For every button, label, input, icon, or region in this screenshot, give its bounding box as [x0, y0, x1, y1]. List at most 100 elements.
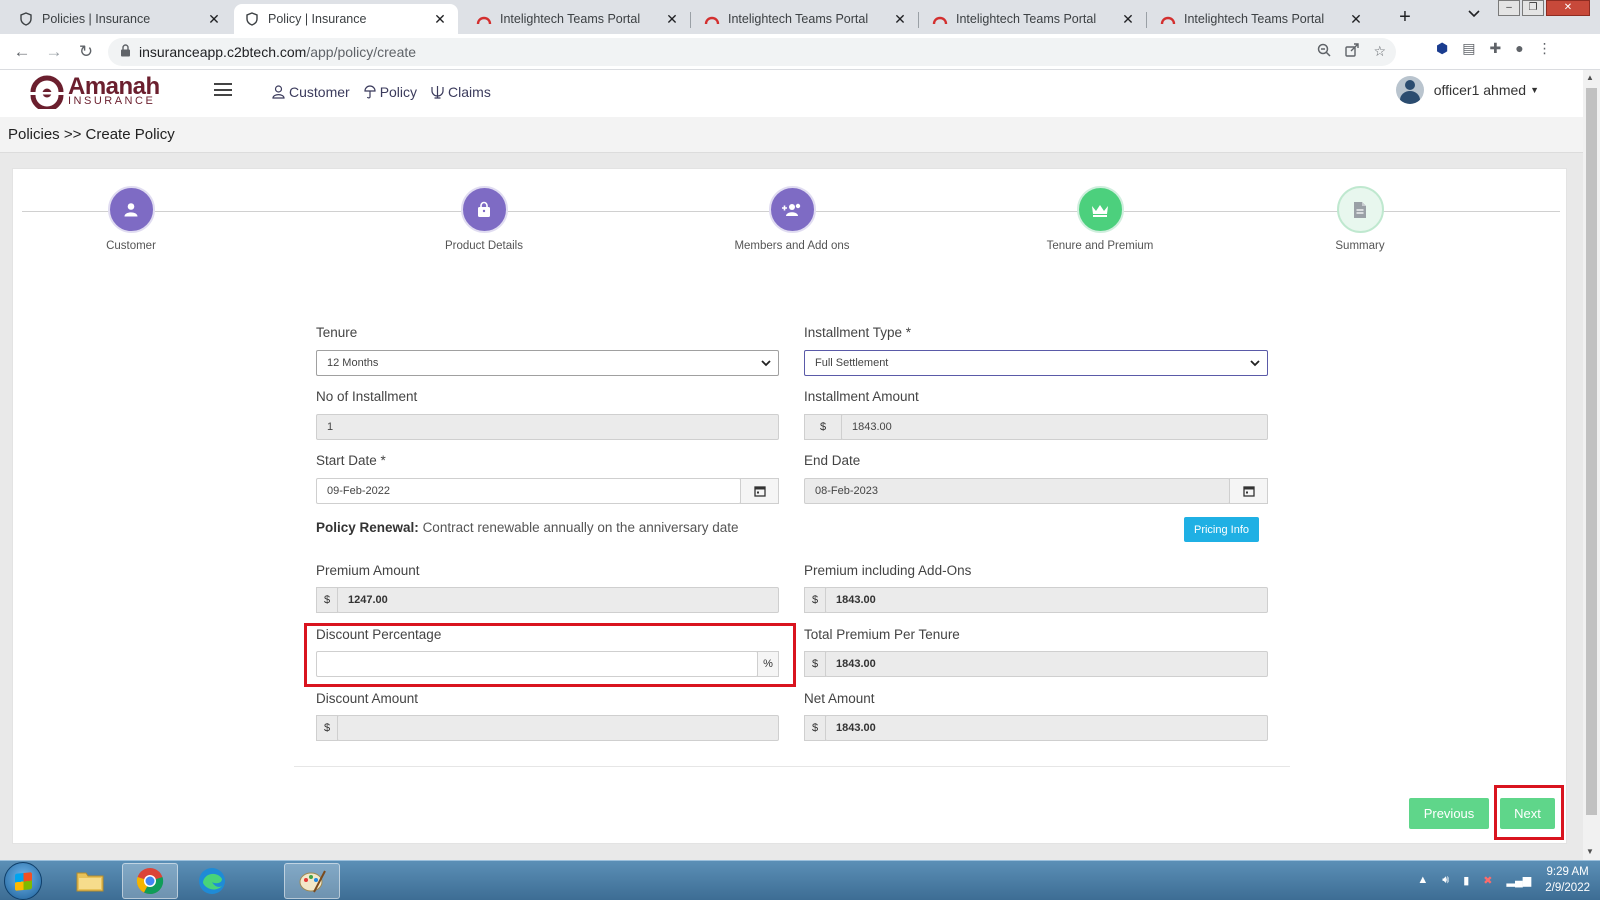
breadcrumb: Policies >> Create Policy: [8, 126, 175, 143]
tab-title: Intelightech Teams Portal: [1184, 12, 1325, 26]
start-date-field[interactable]: 09-Feb-2022: [316, 478, 741, 504]
step-customer[interactable]: Customer: [51, 186, 211, 252]
tab-title: Intelightech Teams Portal: [956, 12, 1097, 26]
currency-addon: $: [316, 715, 338, 741]
amanah-logo[interactable]: Amanah INSURANCE: [30, 73, 170, 111]
extension-shield-icon[interactable]: ⬢: [1436, 40, 1448, 57]
user-menu[interactable]: officer1 ahmed ▼: [1395, 76, 1539, 104]
minimize-icon[interactable]: –: [1498, 0, 1520, 16]
start-date-value: 09-Feb-2022: [327, 485, 390, 497]
clock-date: 2/9/2022: [1545, 882, 1590, 894]
teams-portal-icon: [704, 11, 720, 27]
browser-tab[interactable]: Intelightech Teams Portal ✕: [1150, 4, 1374, 34]
zoom-icon[interactable]: [1317, 43, 1331, 60]
installment-type-select[interactable]: Full Settlement: [804, 350, 1268, 376]
tray-expand-icon[interactable]: ▲: [1417, 874, 1428, 886]
hamburger-menu-icon[interactable]: [214, 83, 232, 97]
page-scrollbar[interactable]: ▲ ▼: [1583, 70, 1600, 860]
installment-amount-field[interactable]: 1843.00: [841, 414, 1268, 440]
step-tenure-premium[interactable]: Tenure and Premium: [1020, 186, 1180, 252]
scroll-up-arrow-icon[interactable]: ▲: [1586, 73, 1594, 82]
discount-percentage-highlight: [304, 623, 796, 687]
start-button[interactable]: [4, 862, 42, 900]
start-date-calendar-button[interactable]: [740, 478, 779, 504]
end-date-calendar-button[interactable]: [1229, 478, 1268, 504]
browser-tab[interactable]: Intelightech Teams Portal ✕: [466, 4, 690, 34]
app-header: Amanah INSURANCE Customer Policy Claims …: [0, 70, 1583, 117]
form-divider: [294, 766, 1290, 767]
avatar: [1395, 76, 1424, 104]
browser-tab[interactable]: Intelightech Teams Portal ✕: [922, 4, 1146, 34]
address-bar[interactable]: insuranceapp.c2btech.com/app/policy/crea…: [108, 38, 1396, 66]
system-clock[interactable]: 9:29 AM 2/9/2022: [1545, 864, 1590, 896]
share-icon[interactable]: [1345, 43, 1360, 60]
shield-icon: [244, 11, 260, 27]
puzzle-icon[interactable]: ✚: [1489, 40, 1501, 57]
installment-type-label: Installment Type *: [804, 325, 912, 340]
signal-icon[interactable]: ▂▄▆: [1507, 874, 1532, 887]
browser-tab-strip: Policies | Insurance ✕ Policy | Insuranc…: [0, 0, 1600, 34]
forward-arrow-icon[interactable]: →: [38, 38, 70, 66]
browser-tab-active[interactable]: Policy | Insurance ✕: [234, 4, 458, 34]
net-amount-value: 1843.00: [836, 722, 876, 734]
kebab-menu-icon[interactable]: ⋮: [1538, 40, 1552, 57]
chrome-icon[interactable]: [122, 863, 178, 899]
nav-claims[interactable]: Claims: [431, 84, 491, 100]
close-icon[interactable]: ✕: [892, 11, 908, 28]
nav-customer[interactable]: Customer: [272, 84, 350, 100]
premium-amount-field[interactable]: 1247.00: [337, 587, 779, 613]
create-policy-card: [12, 168, 1567, 844]
teams-portal-icon: [1160, 11, 1176, 27]
close-icon[interactable]: ✕: [206, 11, 222, 28]
close-icon[interactable]: ✕: [1120, 11, 1136, 28]
window-close-icon[interactable]: ✕: [1546, 0, 1590, 16]
net-amount-field[interactable]: 1843.00: [825, 715, 1268, 741]
edge-icon[interactable]: [184, 863, 240, 899]
profile-icon[interactable]: ●: [1515, 40, 1523, 57]
step-circle: [1336, 186, 1384, 233]
star-icon[interactable]: ☆: [1373, 43, 1386, 60]
previous-button[interactable]: Previous: [1409, 798, 1489, 829]
browser-tab[interactable]: Intelightech Teams Portal ✕: [694, 4, 918, 34]
tenure-value: 12 Months: [327, 357, 379, 369]
system-tray: ▲ 🔊︎ ▮ ✖ ▂▄▆ 9:29 AM 2/9/2022: [1417, 864, 1590, 896]
pricing-info-button[interactable]: Pricing Info: [1184, 517, 1259, 542]
tab-search-icon[interactable]: [1468, 7, 1480, 21]
power-icon[interactable]: ▮: [1463, 874, 1469, 887]
reload-icon[interactable]: ↻: [70, 38, 102, 66]
paint-icon[interactable]: [284, 863, 340, 899]
end-date-field[interactable]: 08-Feb-2023: [804, 478, 1230, 504]
scrollbar-thumb[interactable]: [1586, 88, 1597, 815]
close-icon[interactable]: ✕: [664, 11, 680, 28]
step-circle: [1076, 186, 1124, 233]
url-text: insuranceapp.c2btech.com/app/policy/crea…: [139, 44, 416, 60]
restore-icon[interactable]: ❐: [1522, 0, 1544, 16]
close-icon[interactable]: ✕: [432, 11, 448, 28]
discount-amount-field[interactable]: [337, 715, 779, 741]
total-premium-field[interactable]: 1843.00: [825, 651, 1268, 677]
close-icon[interactable]: ✕: [1348, 11, 1364, 28]
clipboard-icon[interactable]: ▤: [1462, 40, 1475, 57]
calendar-icon: [753, 486, 766, 497]
scroll-down-arrow-icon[interactable]: ▼: [1586, 847, 1594, 856]
back-arrow-icon[interactable]: ←: [6, 38, 38, 66]
installment-amount-label: Installment Amount: [804, 389, 919, 404]
currency-addon: $: [804, 587, 826, 613]
browser-tab[interactable]: Policies | Insurance ✕: [8, 4, 232, 34]
network-error-icon[interactable]: ✖: [1483, 874, 1492, 887]
no-of-installment-field[interactable]: 1: [316, 414, 779, 440]
end-date-value: 08-Feb-2023: [815, 485, 878, 497]
currency-addon: $: [804, 414, 842, 440]
step-members-addons[interactable]: Members and Add ons: [712, 186, 872, 252]
umbrella-icon: [364, 85, 376, 99]
nav-policy[interactable]: Policy: [364, 84, 417, 100]
step-product-details[interactable]: Product Details: [404, 186, 564, 252]
volume-icon[interactable]: 🔊︎: [1442, 874, 1449, 887]
users-plus-icon: [782, 203, 801, 216]
tenure-select[interactable]: 12 Months: [316, 350, 779, 376]
new-tab-button[interactable]: +: [1392, 6, 1418, 30]
file-explorer-icon[interactable]: [62, 863, 118, 899]
premium-incl-addons-field[interactable]: 1843.00: [825, 587, 1268, 613]
user-name: officer1 ahmed: [1433, 82, 1527, 98]
step-summary[interactable]: Summary: [1280, 186, 1440, 252]
